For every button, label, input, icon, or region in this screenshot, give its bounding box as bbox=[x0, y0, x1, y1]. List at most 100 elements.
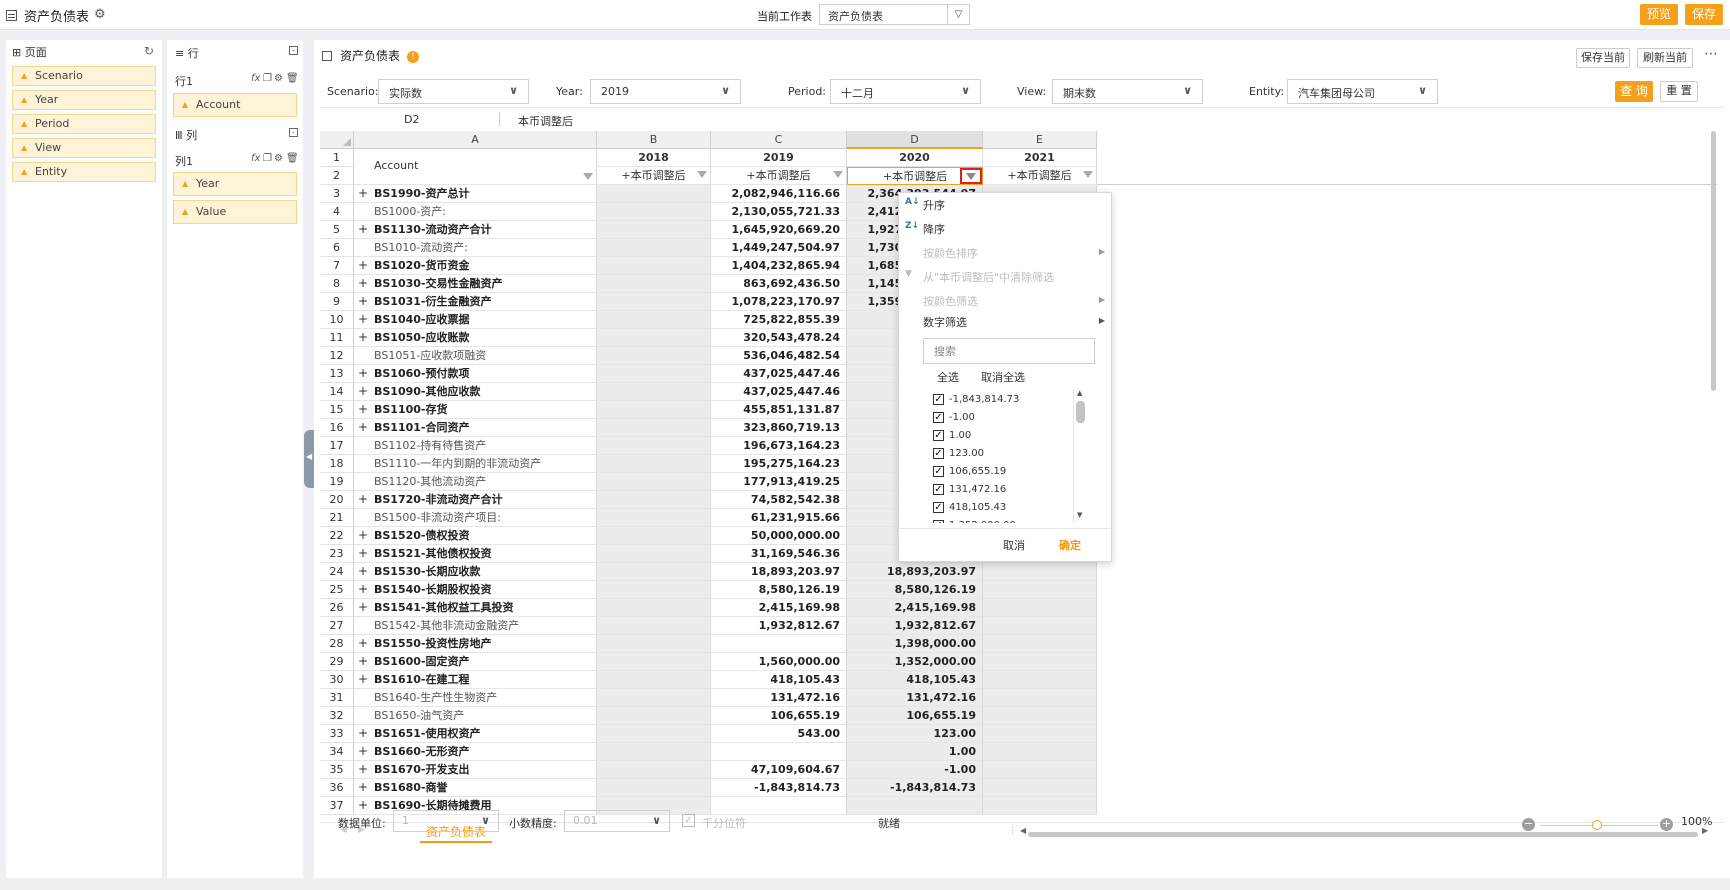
account-cell[interactable]: + BS1990-资产总计 bbox=[354, 185, 597, 203]
account-cell[interactable]: + BS1130-流动资产合计 bbox=[354, 221, 597, 239]
value-cell-2021[interactable] bbox=[983, 563, 1097, 581]
collapse-icon[interactable]: - bbox=[289, 128, 298, 137]
value-cell-2021[interactable] bbox=[983, 581, 1097, 599]
filter-search-input[interactable] bbox=[924, 339, 1094, 363]
row-number[interactable]: 27 bbox=[320, 617, 354, 635]
account-cell[interactable]: + BS1541-其他权益工具投资 bbox=[354, 599, 597, 617]
scroll-up-icon[interactable]: ▲ bbox=[1077, 389, 1082, 397]
account-cell[interactable]: BS1640-生产性生物资产 bbox=[354, 689, 597, 707]
account-header-cell[interactable]: Account bbox=[354, 149, 597, 185]
value-cell-2019[interactable]: 74,582,542.38 bbox=[711, 491, 847, 509]
account-cell[interactable]: + BS1660-无形资产 bbox=[354, 743, 597, 761]
value-cell-2019[interactable]: 863,692,436.50 bbox=[711, 275, 847, 293]
expand-icon[interactable]: + bbox=[358, 743, 368, 760]
value-cell-2018[interactable] bbox=[597, 743, 711, 761]
value-cell-2019[interactable]: 2,082,946,116.66 bbox=[711, 185, 847, 203]
menu-item-sort-descending[interactable]: 降序 bbox=[923, 221, 945, 237]
menu-item-number-filter[interactable]: 数字筛选 bbox=[923, 314, 967, 330]
value-cell-2020[interactable]: 1,352,000.00 bbox=[847, 653, 983, 671]
value-cell-2018[interactable] bbox=[597, 599, 711, 617]
row-number[interactable]: 6 bbox=[320, 239, 354, 257]
value-cell-2019[interactable]: 543.00 bbox=[711, 725, 847, 743]
account-cell[interactable]: + BS1651-使用权资产 bbox=[354, 725, 597, 743]
account-cell[interactable]: + BS1521-其他债权投资 bbox=[354, 545, 597, 563]
chevron-down-icon[interactable]: ▽ bbox=[947, 5, 969, 24]
value-cell-2020[interactable]: 1,398,000.00 bbox=[847, 635, 983, 653]
row-number[interactable]: 29 bbox=[320, 653, 354, 671]
value-cell-2019[interactable]: 18,893,203.97 bbox=[711, 563, 847, 581]
expand-icon[interactable]: + bbox=[358, 725, 368, 742]
filter-value-item[interactable]: ✓ -1.00 bbox=[933, 411, 1073, 425]
value-cell-2019[interactable]: 455,851,131.87 bbox=[711, 401, 847, 419]
column-header-d[interactable]: D bbox=[847, 131, 983, 149]
row-number[interactable]: 26 bbox=[320, 599, 354, 617]
value-cell-2020[interactable]: 418,105.43 bbox=[847, 671, 983, 689]
account-cell[interactable]: BS1010-流动资产: bbox=[354, 239, 597, 257]
filter-button-highlighted[interactable] bbox=[960, 168, 982, 184]
value-header-cell[interactable]: +本币调整后 bbox=[597, 167, 711, 185]
expand-icon[interactable]: + bbox=[358, 563, 368, 580]
account-cell[interactable]: + BS1050-应收账款 bbox=[354, 329, 597, 347]
row-number[interactable]: 18 bbox=[320, 455, 354, 473]
account-cell[interactable]: + BS1670-开发支出 bbox=[354, 761, 597, 779]
gear-icon[interactable]: ⚙ bbox=[94, 7, 106, 22]
checkbox-checked[interactable]: ✓ bbox=[933, 430, 944, 441]
expand-icon[interactable]: + bbox=[358, 275, 368, 292]
page-item-view[interactable]: View bbox=[12, 138, 156, 158]
value-cell-2018[interactable] bbox=[597, 725, 711, 743]
expand-icon[interactable]: + bbox=[358, 185, 368, 202]
value-cell-2018[interactable] bbox=[597, 761, 711, 779]
filter-icon[interactable] bbox=[1083, 171, 1093, 178]
fx-icon[interactable]: fx bbox=[251, 153, 260, 164]
value-cell-2021[interactable] bbox=[983, 671, 1097, 689]
row-number[interactable]: 25 bbox=[320, 581, 354, 599]
value-cell-2018[interactable] bbox=[597, 671, 711, 689]
filter-value-item[interactable]: ✓ 1.00 bbox=[933, 429, 1073, 443]
value-cell-2021[interactable] bbox=[983, 779, 1097, 797]
value-cell-2018[interactable] bbox=[597, 311, 711, 329]
value-cell-2019[interactable]: 196,673,164.23 bbox=[711, 437, 847, 455]
query-button[interactable]: 查 询 bbox=[1615, 81, 1653, 102]
year-header-2020[interactable]: 2020 bbox=[847, 149, 983, 167]
filter-select-year[interactable]: 2019 ∨ bbox=[590, 79, 741, 104]
expand-icon[interactable]: + bbox=[358, 365, 368, 382]
value-cell-2021[interactable] bbox=[983, 653, 1097, 671]
checkbox-checked[interactable]: ✓ bbox=[933, 502, 944, 513]
value-cell-2020[interactable]: 123.00 bbox=[847, 725, 983, 743]
value-header-cell[interactable]: +本币调整后 bbox=[711, 167, 847, 185]
value-cell-2021[interactable] bbox=[983, 707, 1097, 725]
expand-icon[interactable]: + bbox=[358, 545, 368, 562]
filter-icon[interactable] bbox=[583, 173, 593, 180]
row-number[interactable]: 7 bbox=[320, 257, 354, 275]
filter-select-period[interactable]: 十二月 ∨ bbox=[830, 79, 981, 104]
account-cell[interactable]: + BS1100-存货 bbox=[354, 401, 597, 419]
scrollbar-thumb[interactable] bbox=[1076, 401, 1085, 423]
value-cell-2019[interactable]: 8,580,126.19 bbox=[711, 581, 847, 599]
row-number[interactable]: 20 bbox=[320, 491, 354, 509]
filter-confirm-button[interactable]: 确定 bbox=[1059, 537, 1081, 553]
account-cell[interactable]: + BS1020-货币资金 bbox=[354, 257, 597, 275]
value-cell-2019[interactable]: 725,822,855.39 bbox=[711, 311, 847, 329]
account-cell[interactable]: + BS1600-固定资产 bbox=[354, 653, 597, 671]
value-cell-2019[interactable]: 1,932,812.67 bbox=[711, 617, 847, 635]
account-cell[interactable]: BS1542-其他非流动金融资产 bbox=[354, 617, 597, 635]
value-cell-2019[interactable]: 195,275,164.23 bbox=[711, 455, 847, 473]
filter-icon[interactable] bbox=[697, 171, 707, 178]
delete-icon[interactable]: 🗑 bbox=[286, 153, 299, 164]
copy-icon[interactable]: ❐ bbox=[263, 73, 272, 84]
account-cell[interactable]: + BS1030-交易性金融资产 bbox=[354, 275, 597, 293]
value-header-cell[interactable]: +本币调整后 bbox=[983, 167, 1097, 185]
preview-button[interactable]: 预览 bbox=[1640, 4, 1678, 25]
value-cell-2018[interactable] bbox=[597, 509, 711, 527]
row-number[interactable]: 5 bbox=[320, 221, 354, 239]
account-cell[interactable]: + BS1060-预付款项 bbox=[354, 365, 597, 383]
column-item-year[interactable]: Year bbox=[173, 172, 297, 196]
expand-icon[interactable]: + bbox=[358, 257, 368, 274]
row-number[interactable]: 13 bbox=[320, 365, 354, 383]
account-cell[interactable]: BS1500-非流动资产项目: bbox=[354, 509, 597, 527]
value-cell-2019[interactable]: 320,543,478.24 bbox=[711, 329, 847, 347]
panel-collapse-handle[interactable]: ◀ bbox=[304, 430, 314, 488]
expand-icon[interactable]: + bbox=[358, 635, 368, 652]
expand-icon[interactable]: + bbox=[358, 311, 368, 328]
row-number[interactable]: 17 bbox=[320, 437, 354, 455]
